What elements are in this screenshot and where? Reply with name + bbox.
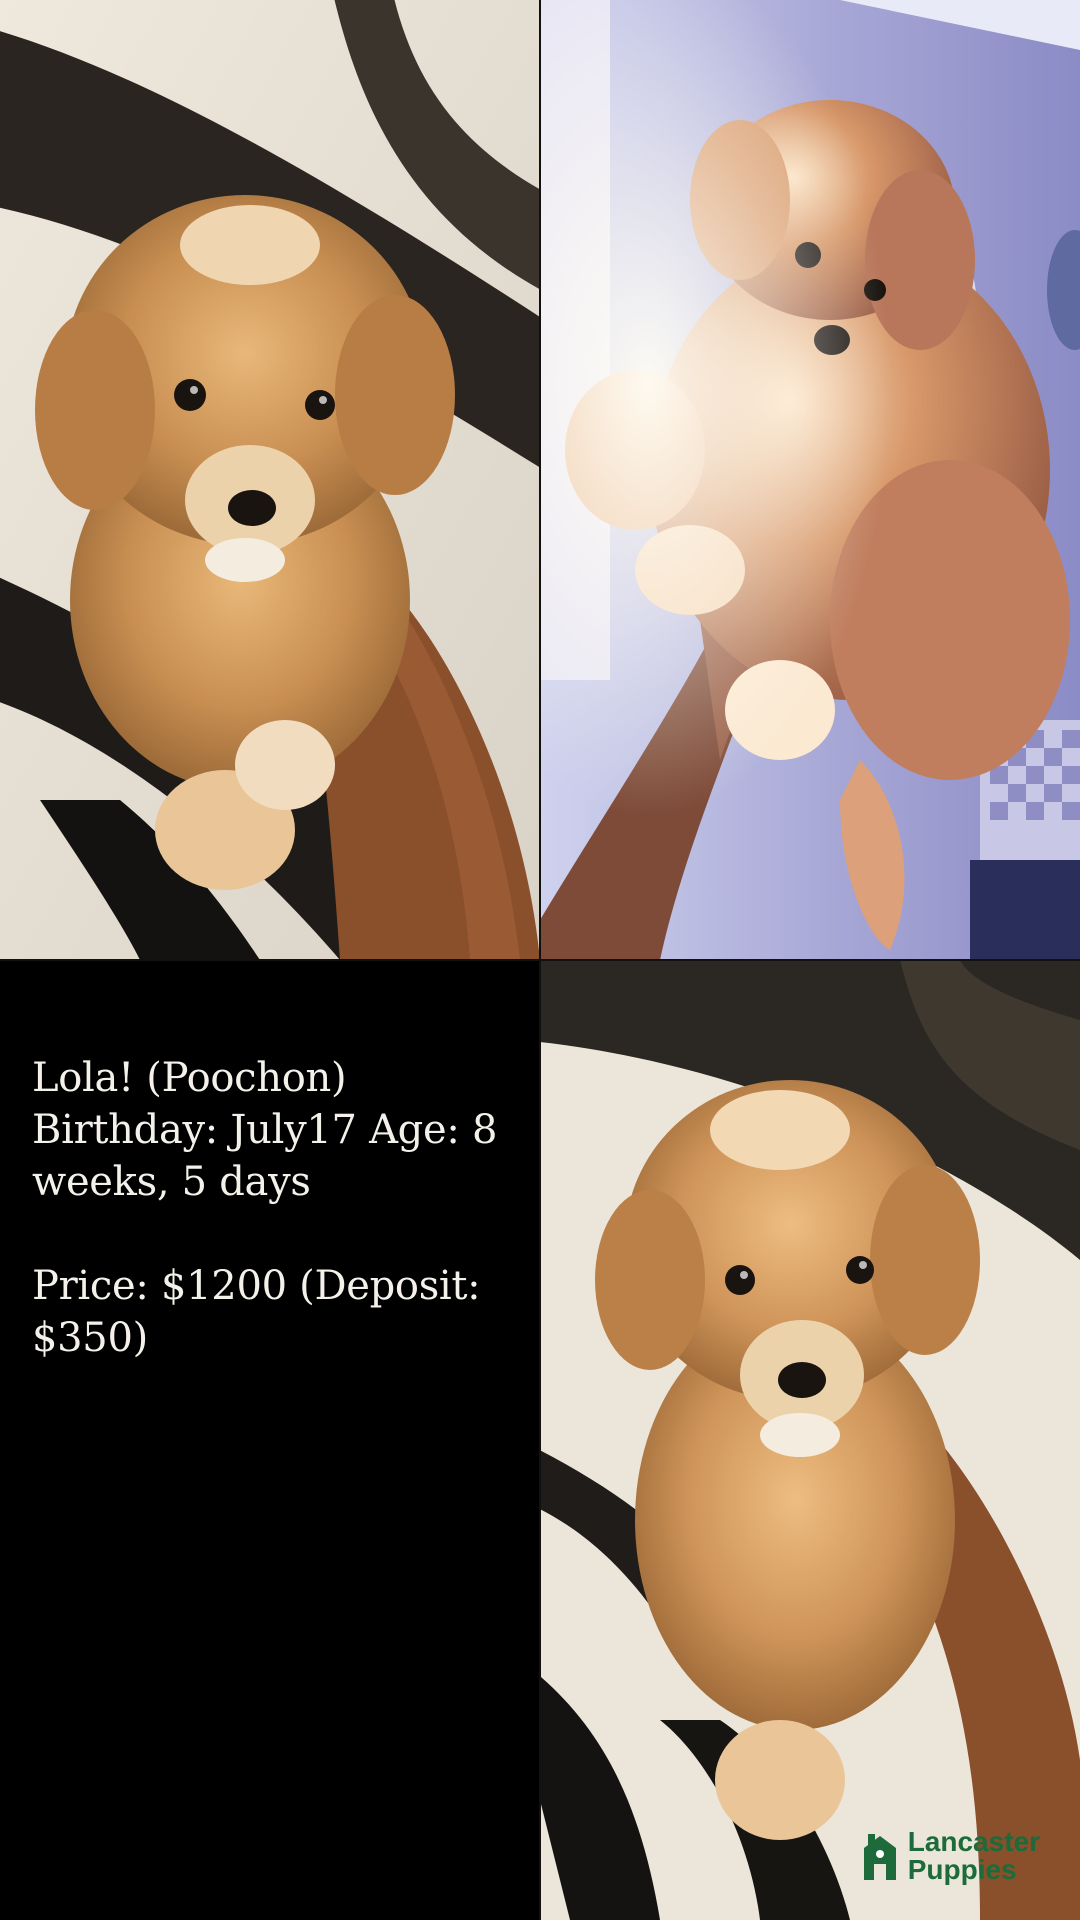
house-logo-icon xyxy=(863,1834,896,1880)
puppy-photo-2 xyxy=(540,0,1080,960)
photo-top-right[interactable] xyxy=(540,0,1080,960)
logo-word-puppies: Puppies xyxy=(907,1854,1017,1885)
puppy-photo-3 xyxy=(540,960,1080,1920)
lancaster-puppies-logo[interactable]: Lancaster Puppies xyxy=(860,1828,1040,1884)
photo-bottom-right[interactable] xyxy=(540,960,1080,1920)
puppy-price: Price: $1200 (Deposit: $350) xyxy=(32,1263,481,1361)
puppy-caption: Lola! (Poochon) Birthday: July17 Age: 8 … xyxy=(32,1052,532,1364)
photo-top-left[interactable] xyxy=(0,0,540,960)
puppy-photo-1 xyxy=(0,0,540,960)
logo-word-lancaster: Lancaster xyxy=(907,1826,1040,1857)
puppy-details: Lola! (Poochon) Birthday: July17 Age: 8 … xyxy=(32,1055,498,1205)
collage-divider-horizontal xyxy=(0,959,1080,961)
logo-wordmark: Lancaster Puppies xyxy=(908,1828,1040,1884)
photo-collage: Lola! (Poochon) Birthday: July17 Age: 8 … xyxy=(0,0,1080,1920)
